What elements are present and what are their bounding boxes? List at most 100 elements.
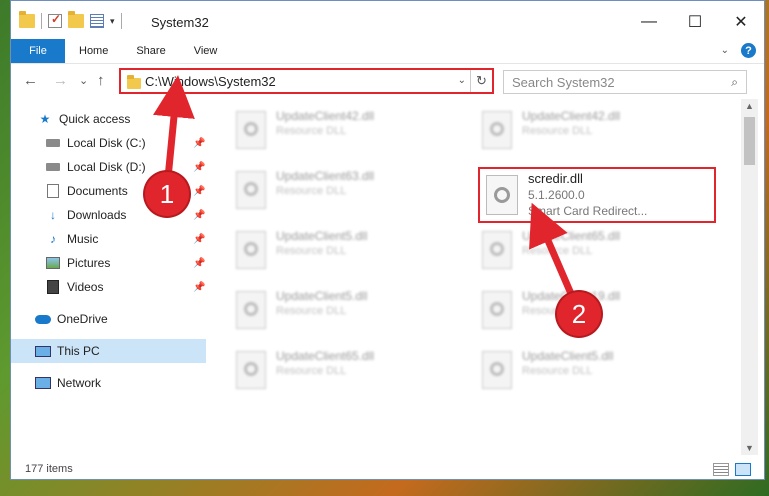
sidebar-item-label: Documents xyxy=(67,184,128,198)
address-bar[interactable]: C:\Windows\System32 ⌄ ↻ xyxy=(119,68,494,94)
tab-share[interactable]: Share xyxy=(122,45,179,57)
item-count: 177 items xyxy=(25,463,73,475)
sidebar-item-network[interactable]: Network xyxy=(11,371,206,395)
documents-icon xyxy=(45,183,61,199)
network-icon xyxy=(35,375,51,391)
file-list: UpdateClient42.dll Resource DLL UpdateCl… xyxy=(206,99,741,455)
scrollbar-thumb[interactable] xyxy=(744,117,755,165)
sidebar-item-videos[interactable]: Videos 📌 xyxy=(11,275,206,299)
quick-access-toolbar: ▾ xyxy=(19,11,122,29)
sidebar-item-label: Local Disk (C:) xyxy=(67,136,146,150)
scroll-up-icon[interactable]: ▲ xyxy=(745,101,754,111)
tab-file[interactable]: File xyxy=(11,39,65,63)
file-item[interactable]: UpdateClient5.dll Resource DLL xyxy=(216,225,416,273)
step-1-badge: 1 xyxy=(145,172,189,216)
tab-view[interactable]: View xyxy=(180,45,232,57)
sidebar-item-label: Local Disk (D:) xyxy=(67,160,146,174)
file-description: Resource DLL xyxy=(522,365,593,377)
ribbon-tabs: File Home Share View ⌄ ? xyxy=(11,39,764,63)
pin-icon[interactable]: 📌 xyxy=(193,186,205,197)
file-item[interactable]: UpdateClient42.dll Resource DLL xyxy=(462,105,662,153)
step-2-badge: 2 xyxy=(557,292,601,336)
large-icons-view-icon[interactable] xyxy=(735,463,751,476)
pin-icon[interactable]: 📌 xyxy=(193,282,205,293)
new-folder-icon[interactable] xyxy=(68,11,84,28)
pin-icon[interactable]: 📌 xyxy=(193,138,205,149)
file-name: UpdateClient42.dll xyxy=(276,109,375,123)
file-name: UpdateClient5.dll xyxy=(522,349,614,363)
sidebar-item-label: Quick access xyxy=(59,112,131,126)
file-name: scredir.dll xyxy=(528,171,583,186)
expand-ribbon-icon[interactable]: ⌄ xyxy=(721,45,729,56)
sidebar-item-label: Network xyxy=(57,376,102,390)
properties-icon[interactable] xyxy=(90,14,104,28)
window-controls: — ☐ ✕ xyxy=(626,1,764,43)
pin-icon[interactable]: 📌 xyxy=(193,258,205,269)
gear-icon xyxy=(244,302,258,316)
pin-icon[interactable]: 📌 xyxy=(193,210,205,221)
videos-icon xyxy=(45,279,61,295)
scroll-down-icon[interactable]: ▼ xyxy=(745,443,754,453)
onedrive-icon xyxy=(35,311,51,327)
vertical-scrollbar[interactable]: ▲ ▼ xyxy=(741,99,758,455)
sidebar-item-pictures[interactable]: Pictures 📌 xyxy=(11,251,206,275)
file-item[interactable]: UpdateClient42.dll Resource DLL xyxy=(216,105,416,153)
title-bar: ▾ System32 — ☐ ✕ xyxy=(11,1,764,43)
navigation-bar: ← → ⌄ ↑ C:\Windows\System32 ⌄ ↻ Search S… xyxy=(11,63,764,99)
search-placeholder[interactable]: Search System32 xyxy=(512,75,615,90)
file-item[interactable]: UpdateClient5.dll Resource DLL xyxy=(216,285,416,333)
details-view-icon[interactable] xyxy=(713,463,729,476)
file-item[interactable]: UpdateClient65.dll Resource DLL xyxy=(216,345,416,393)
pictures-icon xyxy=(45,255,61,271)
gear-icon xyxy=(490,362,504,376)
scredir-dll-file-item[interactable]: scredir.dll 5.1.2600.0 Smart Card Redire… xyxy=(478,167,716,223)
file-description: Resource DLL xyxy=(276,365,347,377)
file-name: UpdateClient5.dll xyxy=(276,229,368,243)
file-item[interactable]: UpdateClient63.dll Resource DLL xyxy=(216,165,416,213)
gear-icon xyxy=(494,187,510,203)
file-description: Resource DLL xyxy=(276,185,347,197)
file-description: Resource DLL xyxy=(276,305,347,317)
refresh-icon[interactable]: ↻ xyxy=(470,70,492,92)
minimize-button[interactable]: — xyxy=(626,1,672,43)
pin-icon[interactable]: 📌 xyxy=(193,162,205,173)
search-box[interactable]: Search System32 ⌕ xyxy=(503,70,747,94)
file-description: Resource DLL xyxy=(276,245,347,257)
file-name: UpdateClient65.dll xyxy=(276,349,375,363)
tab-home[interactable]: Home xyxy=(65,45,122,57)
sidebar-item-quick-access[interactable]: ★ Quick access xyxy=(11,107,206,131)
maximize-button[interactable]: ☐ xyxy=(672,1,718,43)
file-item[interactable]: UpdateClient65.dll Resource DLL xyxy=(462,225,662,273)
sidebar-item-label: Pictures xyxy=(67,256,111,270)
file-item[interactable]: UpdateClient5.dll Resource DLL xyxy=(462,345,662,393)
status-bar: 177 items xyxy=(11,459,764,481)
recent-locations-icon[interactable]: ⌄ xyxy=(79,74,88,87)
address-dropdown-icon[interactable]: ⌄ xyxy=(458,75,466,86)
close-button[interactable]: ✕ xyxy=(718,1,764,43)
sidebar-item-label: Downloads xyxy=(67,208,127,222)
sidebar-item-local-disk-c[interactable]: Local Disk (C:) 📌 xyxy=(11,131,206,155)
qat-dropdown-icon[interactable]: ▾ xyxy=(110,16,115,27)
sidebar-item-music[interactable]: ♪ Music 📌 xyxy=(11,227,206,251)
file-description: Smart Card Redirect... xyxy=(528,204,648,218)
gear-icon xyxy=(244,122,258,136)
disk-icon xyxy=(45,159,61,175)
sidebar-item-this-pc[interactable]: This PC xyxy=(11,339,206,363)
explorer-window: ▾ System32 — ☐ ✕ File Home Share View ⌄ … xyxy=(10,0,765,480)
file-name: UpdateClient65.dll xyxy=(522,229,621,243)
pin-icon[interactable]: 📌 xyxy=(193,234,205,245)
properties-check-icon[interactable] xyxy=(48,12,62,28)
folder-icon xyxy=(19,11,35,28)
file-description: Resource DLL xyxy=(522,125,593,137)
help-icon[interactable]: ? xyxy=(741,43,756,58)
sidebar-item-onedrive[interactable]: OneDrive xyxy=(11,307,206,331)
address-path[interactable]: C:\Windows\System32 xyxy=(145,74,276,89)
file-name: UpdateClient5.dll xyxy=(276,289,368,303)
back-arrow-icon[interactable]: ← xyxy=(23,72,38,89)
search-icon[interactable]: ⌕ xyxy=(731,75,738,90)
up-arrow-icon[interactable]: ↑ xyxy=(97,72,105,89)
gear-icon xyxy=(490,242,504,256)
music-icon: ♪ xyxy=(50,232,56,246)
forward-arrow-icon[interactable]: → xyxy=(53,72,68,89)
this-pc-icon xyxy=(35,343,51,359)
